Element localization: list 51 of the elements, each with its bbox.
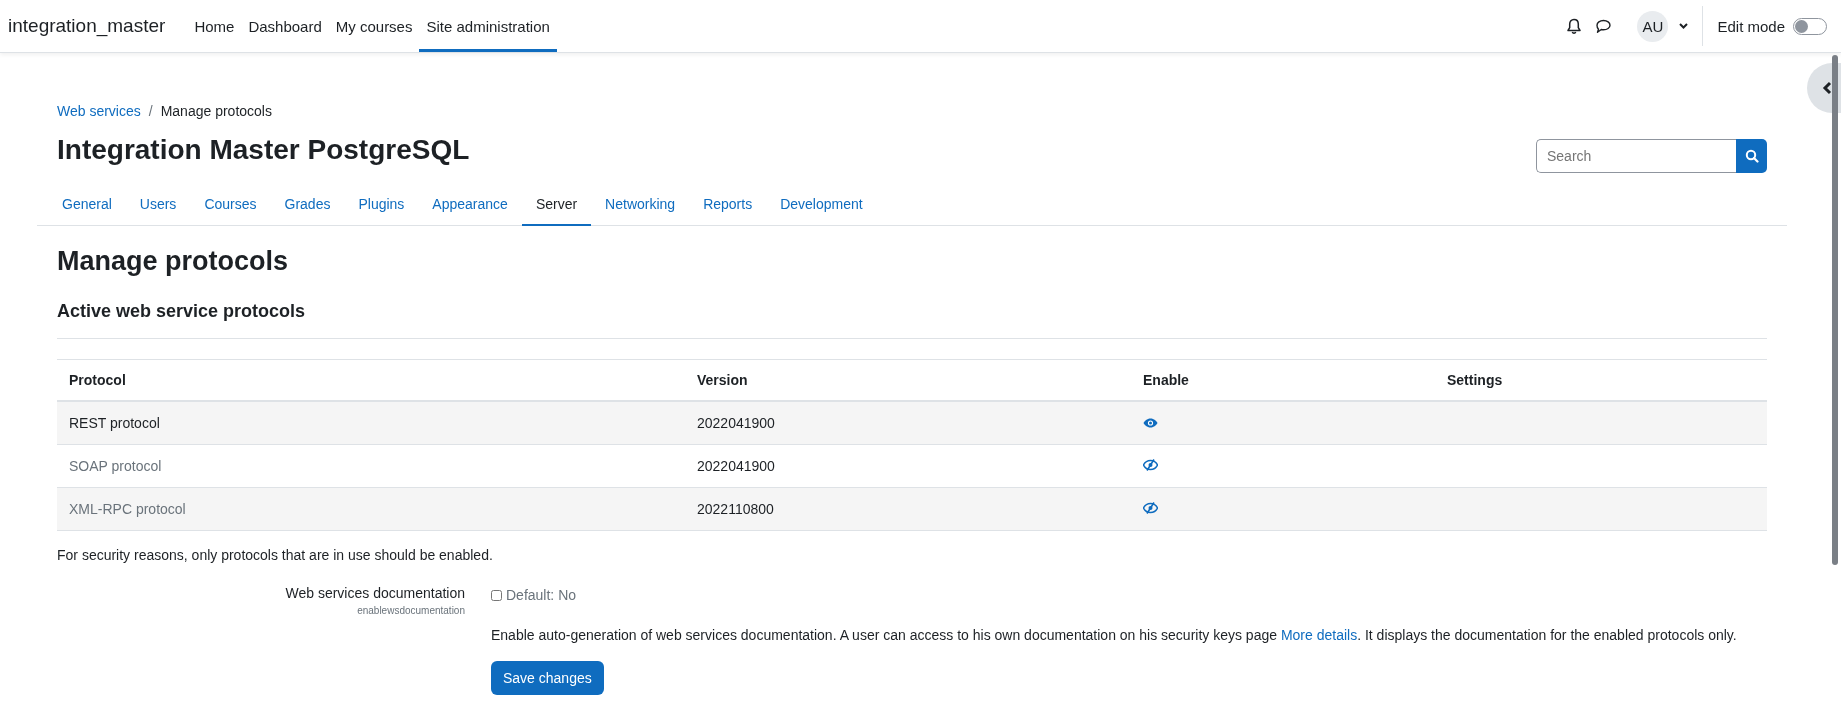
protocol-name[interactable]: XML-RPC protocol	[69, 501, 186, 517]
setting-description: Enable auto-generation of web services documentation. A user can access to his own documentation on his security keys page More details. It displays the documentation for the enabled protocols only.	[491, 627, 1738, 643]
column-header: Protocol	[69, 372, 126, 388]
admin-tab[interactable]: Appearance	[418, 185, 522, 226]
nav-link[interactable]: Site administration	[419, 3, 557, 52]
breadcrumb-link[interactable]: Web services	[57, 103, 141, 119]
nav-link[interactable]: My courses	[328, 3, 420, 52]
site-name[interactable]: integration_master	[8, 0, 166, 52]
version-number: 2022110800	[697, 501, 774, 517]
setting-name: enablewsdocumentation	[357, 605, 465, 616]
admin-tab[interactable]: Grades	[270, 185, 345, 226]
admin-tab[interactable]: Server	[521, 185, 592, 226]
section-heading: Manage protocols	[57, 246, 290, 277]
column-header: Version	[697, 372, 748, 388]
admin-tab[interactable]: Plugins	[344, 185, 419, 226]
admin-tab[interactable]: Users	[125, 185, 191, 226]
notification-bell-icon[interactable]	[1566, 17, 1583, 35]
nav-link[interactable]: Home	[187, 3, 242, 52]
caret-icon[interactable]	[1679, 23, 1689, 29]
protocol-name[interactable]: SOAP protocol	[69, 458, 162, 474]
user-avatar[interactable]: AU	[1637, 10, 1669, 42]
edit-mode-label: Edit mode	[1717, 17, 1785, 35]
search-icon[interactable]	[1744, 149, 1759, 163]
subsection-heading: Active web service protocols	[57, 301, 307, 322]
page-title: Integration Master PostgreSQL	[57, 134, 470, 166]
save-changes-button[interactable]: Save changes	[491, 661, 604, 695]
setting-label: Web services documentation	[285, 585, 465, 601]
admin-tab[interactable]: General	[47, 185, 126, 226]
protocol-name[interactable]: REST protocol	[69, 415, 160, 431]
admin-tab[interactable]: Development	[766, 185, 877, 226]
column-header: Enable	[1143, 372, 1189, 388]
version-number: 2022041900	[697, 458, 775, 474]
scrollbar[interactable]	[1832, 55, 1838, 565]
eye-icon[interactable]	[1143, 418, 1158, 428]
admin-tab[interactable]: Networking	[591, 185, 690, 226]
breadcrumb-current: Manage protocols	[160, 103, 272, 119]
breadcrumb-separator: /	[148, 103, 153, 119]
eye-slash-icon[interactable]	[1143, 502, 1158, 514]
search-button[interactable]	[1736, 139, 1767, 173]
column-header: Settings	[1447, 372, 1503, 388]
version-number: 2022041900	[697, 415, 775, 431]
admin-tab[interactable]: Reports	[689, 185, 767, 226]
eye-slash-icon[interactable]	[1143, 459, 1158, 471]
security-note: For security reasons, only protocols that are in use should be enabled.	[57, 547, 494, 563]
setting-checkbox[interactable]	[491, 589, 502, 601]
search-field[interactable]: Search	[1536, 139, 1736, 173]
chat-bubble-icon[interactable]	[1595, 18, 1613, 34]
chevron-left-icon[interactable]	[1822, 81, 1832, 95]
default-value: Default: No	[506, 587, 577, 603]
admin-tab[interactable]: Courses	[190, 185, 271, 226]
nav-link[interactable]: Dashboard	[241, 3, 329, 52]
